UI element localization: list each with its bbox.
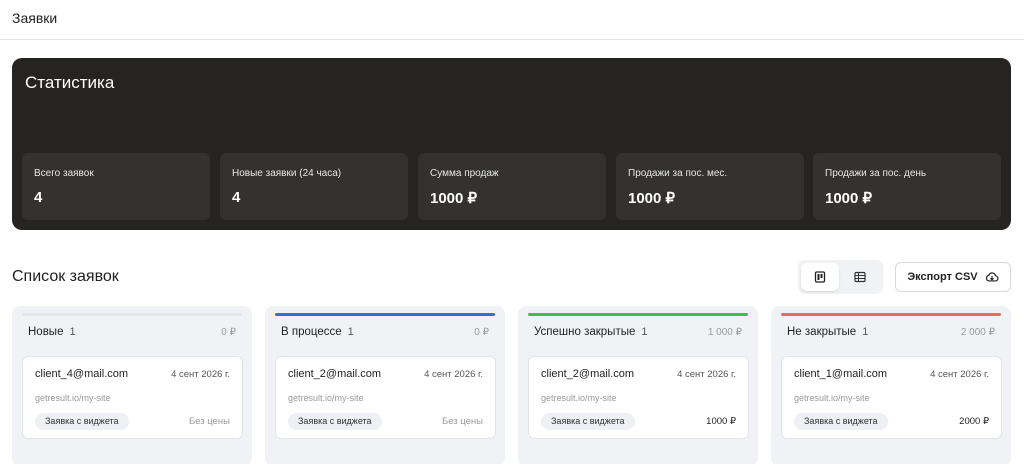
lead-source-tag: Заявка с виджета: [794, 413, 888, 430]
cloud-download-icon: [985, 272, 999, 282]
lead-date: 4 сент 2026 г.: [930, 369, 989, 380]
column-sum: 0 ₽: [474, 327, 489, 338]
view-toggle: [798, 260, 883, 294]
lead-site: getresult.io/my-site: [288, 393, 364, 403]
column-count: 1: [862, 326, 869, 338]
board-view-icon: [814, 271, 826, 283]
stat-value: 1000 ₽: [825, 190, 873, 207]
stat-card-sales-month: Продажи за пос. мес. 1000 ₽: [616, 153, 804, 220]
lead-price: 1000 ₽: [706, 416, 736, 427]
column-closed-success: Успешно закрытые 1 1 000 ₽ client_2@mail.…: [518, 306, 758, 464]
export-csv-label: Экспорт CSV: [907, 271, 978, 283]
column-name: Успешно закрытые: [534, 326, 636, 338]
lead-source-tag: Заявка с виджета: [35, 413, 129, 430]
stat-card-sales-sum: Сумма продаж 1000 ₽: [418, 153, 606, 220]
stat-label: Новые заявки (24 часа): [232, 168, 342, 179]
lead-email: client_4@mail.com: [35, 368, 129, 380]
lead-price: Без цены: [189, 416, 230, 427]
stat-value: 4: [232, 189, 241, 206]
column-in-progress: В процессе 1 0 ₽ client_2@mail.com 4 сент…: [265, 306, 505, 464]
stat-value: 1000 ₽: [430, 190, 478, 207]
column-not-closed: Не закрытые 1 2 000 ₽ client_1@mail.com 4…: [771, 306, 1011, 464]
lead-site: getresult.io/my-site: [794, 393, 870, 403]
stat-label: Продажи за пос. мес.: [628, 168, 728, 179]
column-color-bar: [781, 313, 1001, 316]
lead-price: Без цены: [442, 416, 483, 427]
lead-source-tag: Заявка с виджета: [288, 413, 382, 430]
stat-label: Всего заявок: [34, 168, 94, 179]
lead-price: 2000 ₽: [959, 416, 989, 427]
table-view-icon: [854, 271, 866, 283]
lead-card[interactable]: client_2@mail.com 4 сент 2026 г. getresu…: [528, 356, 749, 439]
page-title: Заявки: [12, 10, 58, 26]
column-sum: 2 000 ₽: [960, 327, 995, 338]
lead-email: client_2@mail.com: [541, 368, 635, 380]
lead-site: getresult.io/my-site: [35, 393, 111, 403]
lead-date: 4 сент 2026 г.: [424, 369, 483, 380]
lead-site: getresult.io/my-site: [541, 393, 617, 403]
lead-card[interactable]: client_1@mail.com 4 сент 2026 г. getresu…: [781, 356, 1002, 439]
lead-email: client_2@mail.com: [288, 368, 382, 380]
column-name: В процессе: [281, 326, 342, 338]
column-count: 1: [347, 326, 354, 338]
stat-card-new-24h: Новые заявки (24 часа) 4: [220, 153, 408, 220]
column-header: Успешно закрытые 1: [534, 326, 648, 338]
lead-card[interactable]: client_2@mail.com 4 сент 2026 г. getresu…: [275, 356, 496, 439]
stat-card-sales-day: Продажи за пос. день 1000 ₽: [813, 153, 1001, 220]
table-view-button[interactable]: [841, 263, 879, 291]
lead-source-tag: Заявка с виджета: [541, 413, 635, 430]
top-bar: Заявки: [0, 0, 1024, 40]
column-name: Не закрытые: [787, 326, 857, 338]
lead-card[interactable]: client_4@mail.com 4 сент 2026 г. getresu…: [22, 356, 243, 439]
column-header: Не закрытые 1: [787, 326, 868, 338]
stat-value: 4: [34, 189, 43, 206]
stat-value: 1000 ₽: [628, 190, 676, 207]
column-name: Новые: [28, 326, 64, 338]
board-view-button[interactable]: [801, 263, 839, 291]
stat-card-total: Всего заявок 4: [22, 153, 210, 220]
column-new: Новые 1 0 ₽ client_4@mail.com 4 сент 2026…: [12, 306, 252, 464]
column-count: 1: [69, 326, 76, 338]
column-header: Новые 1: [28, 326, 76, 338]
column-count: 1: [641, 326, 648, 338]
statistics-panel: Статистика Всего заявок 4 Новые заявки (…: [12, 58, 1011, 230]
column-sum: 0 ₽: [221, 327, 236, 338]
stat-label: Продажи за пос. день: [825, 168, 927, 179]
stat-label: Сумма продаж: [430, 168, 499, 179]
column-header: В процессе 1: [281, 326, 354, 338]
column-color-bar: [528, 313, 748, 316]
column-color-bar: [22, 313, 242, 316]
column-sum: 1 000 ₽: [707, 327, 742, 338]
statistics-title: Статистика: [25, 73, 115, 92]
list-title: Список заявок: [12, 268, 119, 285]
column-color-bar: [275, 313, 495, 316]
export-csv-button[interactable]: Экспорт CSV: [895, 262, 1011, 292]
lead-date: 4 сент 2026 г.: [171, 369, 230, 380]
lead-date: 4 сент 2026 г.: [677, 369, 736, 380]
lead-email: client_1@mail.com: [794, 368, 888, 380]
